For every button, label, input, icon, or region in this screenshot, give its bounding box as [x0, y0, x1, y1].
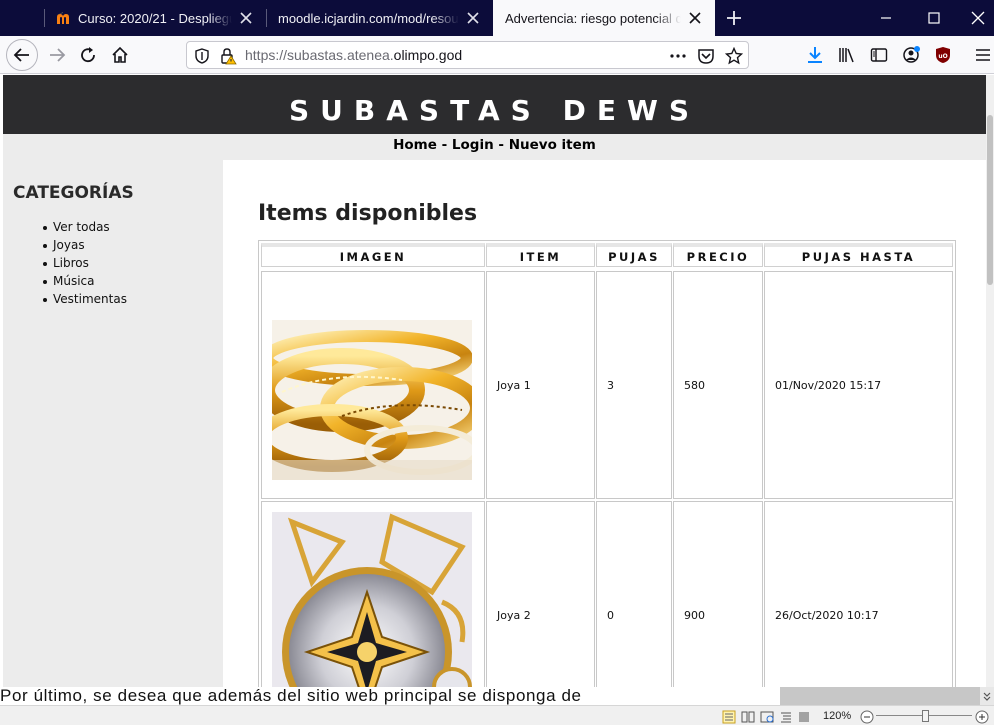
svg-text:uO: uO	[938, 53, 947, 60]
item-price-cell: 580	[673, 271, 763, 499]
item-deadline-cell: 26/Oct/2020 10:17	[764, 501, 953, 687]
item-price-cell: 900	[673, 501, 763, 687]
close-window-button[interactable]	[955, 0, 994, 36]
category-musica[interactable]: Música	[43, 272, 127, 290]
items-table: IMAGEN ITEM PUJAS PRECIO PUJAS HASTA Joy…	[258, 240, 956, 687]
library-icon[interactable]	[832, 40, 862, 70]
close-icon[interactable]	[465, 10, 481, 26]
column-header-precio: PRECIO	[673, 243, 763, 267]
site-nav: Home - Login - Nuevo item	[3, 134, 986, 160]
categories-sidebar: CATEGORÍAS Ver todas Joyas Libros Música…	[3, 160, 223, 687]
insecure-lock-icon[interactable]	[219, 47, 237, 65]
url-text: https://subastas.atenea.olimpo.god	[245, 47, 462, 63]
browser-tab-bar: Curso: 2020/21 - Despliegue de aplicacio…	[0, 0, 994, 36]
tab-title: moodle.icjardin.com/mod/resource/view.ph…	[278, 10, 459, 26]
nav-separator: -	[493, 137, 509, 153]
categories-title: CATEGORÍAS	[13, 183, 134, 203]
page-title: Items disponibles	[258, 201, 478, 226]
column-header-item: ITEM	[486, 243, 595, 267]
account-icon[interactable]	[896, 40, 926, 70]
item-name-cell[interactable]: Joya 2	[486, 501, 595, 687]
reading-mode-icon[interactable]	[741, 709, 755, 728]
tab-security-warning[interactable]: Advertencia: riesgo potencial de segurid…	[493, 0, 715, 36]
zoom-in-icon[interactable]	[975, 709, 989, 728]
tab-title: Advertencia: riesgo potencial de segurid…	[505, 10, 681, 26]
sidebar-toggle-icon[interactable]	[864, 40, 894, 70]
nav-home-link[interactable]: Home	[393, 137, 437, 153]
page-scrollbar[interactable]	[986, 75, 994, 687]
category-joyas[interactable]: Joyas	[43, 236, 127, 254]
more-actions-icon[interactable]	[669, 47, 687, 65]
item-image-cell	[261, 271, 485, 499]
scrollbar-thumb[interactable]	[987, 115, 993, 285]
url-prefix: https://subastas.atenea.	[245, 47, 394, 63]
item-bids-cell: 0	[596, 501, 672, 687]
category-libros[interactable]: Libros	[43, 254, 127, 272]
download-icon[interactable]	[800, 40, 830, 70]
document-scroll-down-button[interactable]	[980, 687, 994, 705]
column-header-pujas-hasta: PUJAS HASTA	[764, 243, 953, 267]
forward-button[interactable]	[42, 40, 72, 70]
shield-icon[interactable]	[193, 47, 211, 65]
table-header: IMAGEN ITEM PUJAS PRECIO PUJAS HASTA	[259, 241, 955, 269]
print-layout-icon[interactable]	[722, 709, 736, 728]
diamond-jewelry-image[interactable]	[272, 512, 472, 687]
zoom-level: 120%	[823, 710, 852, 722]
ublock-icon[interactable]: uO	[928, 40, 958, 70]
tab-moodle-course[interactable]: Curso: 2020/21 - Despliegue de aplicacio…	[44, 0, 266, 36]
category-ver-todas[interactable]: Ver todas	[43, 218, 127, 236]
table-row: Joya 1 3 580 01/Nov/2020 15:17	[259, 271, 955, 499]
zoom-slider-thumb[interactable]	[922, 710, 929, 722]
nav-login-link[interactable]: Login	[452, 137, 494, 153]
categories-list: Ver todas Joyas Libros Música Vestimenta…	[43, 218, 127, 308]
item-bids-cell: 3	[596, 271, 672, 499]
outline-view-icon[interactable]	[779, 709, 793, 728]
reload-button[interactable]	[73, 40, 103, 70]
table-row: Joya 2 0 900 26/Oct/2020 10:17	[259, 501, 955, 687]
close-icon[interactable]	[687, 10, 703, 26]
site-header: SUBASTAS DEWS	[3, 75, 986, 134]
maximize-button[interactable]	[911, 0, 957, 36]
web-page: SUBASTAS DEWS Home - Login - Nuevo item …	[0, 75, 986, 687]
column-header-imagen: IMAGEN	[261, 243, 485, 267]
home-button[interactable]	[105, 40, 135, 70]
column-header-pujas: PUJAS	[596, 243, 672, 267]
url-bar[interactable]: https://subastas.atenea.olimpo.god	[186, 41, 749, 69]
gold-bracelets-image[interactable]	[272, 320, 472, 480]
tab-moodle-resource[interactable]: moodle.icjardin.com/mod/resource/view.ph…	[266, 0, 493, 36]
document-text-line: Por último, se desea que además del siti…	[0, 686, 582, 705]
browser-nav-bar: https://subastas.atenea.olimpo.god uO	[0, 36, 994, 74]
document-status-bar: 120%	[0, 705, 994, 725]
bookmark-star-icon[interactable]	[725, 47, 743, 65]
item-image-cell	[261, 501, 485, 687]
minimize-button[interactable]	[863, 0, 909, 36]
main-content: Items disponibles IMAGEN ITEM PUJAS PREC…	[223, 160, 986, 687]
site-title: SUBASTAS DEWS	[288, 94, 700, 127]
moodle-icon	[56, 10, 72, 26]
draft-view-icon[interactable]	[797, 709, 811, 728]
item-name-cell[interactable]: Joya 1	[486, 271, 595, 499]
item-deadline-cell: 01/Nov/2020 15:17	[764, 271, 953, 499]
nav-separator: -	[436, 137, 452, 153]
nav-new-item-link[interactable]: Nuevo item	[509, 137, 596, 153]
close-icon[interactable]	[238, 10, 254, 26]
category-vestimentas[interactable]: Vestimentas	[43, 290, 127, 308]
menu-icon[interactable]	[968, 40, 994, 70]
url-domain: olimpo.god	[393, 47, 463, 63]
back-button[interactable]	[6, 39, 38, 71]
zoom-out-icon[interactable]	[860, 709, 874, 728]
web-layout-icon[interactable]	[760, 709, 774, 728]
new-tab-button[interactable]	[722, 6, 746, 30]
tab-title: Curso: 2020/21 - Despliegue de aplicacio…	[78, 10, 232, 26]
document-gray-area	[780, 687, 980, 705]
pocket-icon[interactable]	[697, 47, 715, 65]
